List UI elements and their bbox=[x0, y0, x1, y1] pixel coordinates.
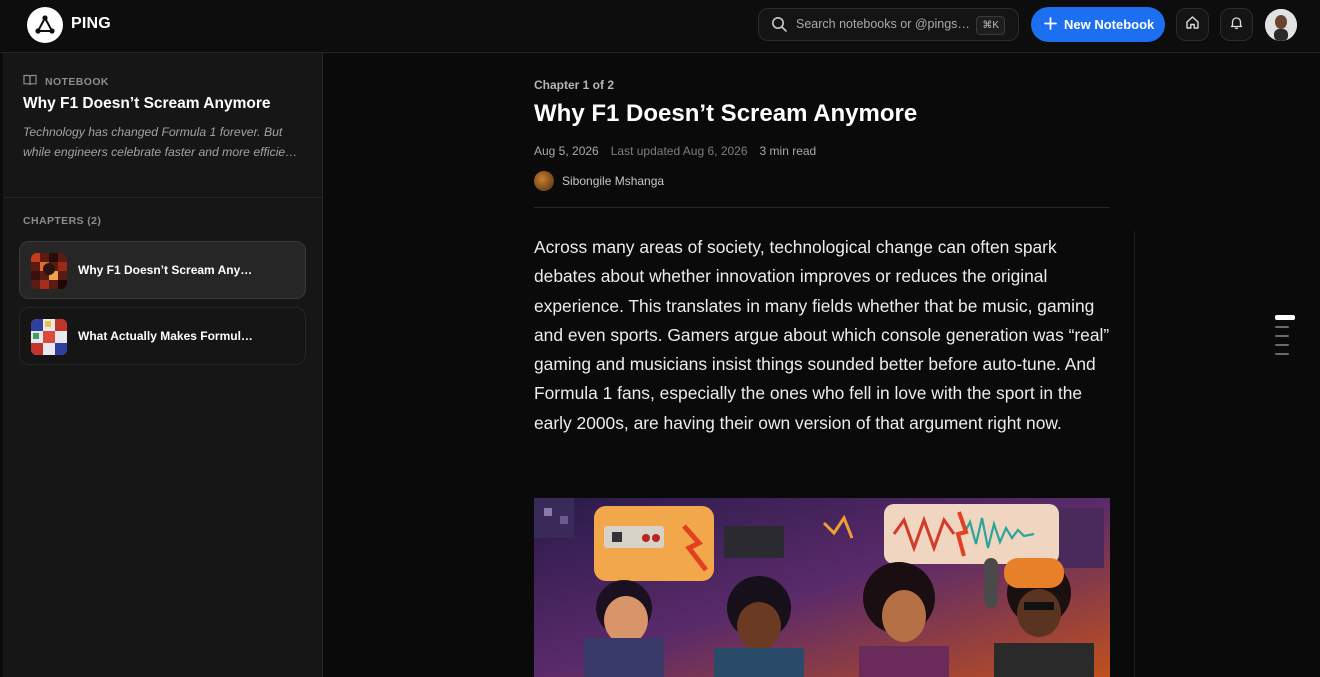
sidebar-divider bbox=[3, 197, 323, 198]
new-notebook-label: New Notebook bbox=[1064, 17, 1155, 32]
article-title: Why F1 Doesn’t Scream Anymore bbox=[534, 100, 918, 127]
notebook-sidebar: NOTEBOOK Why F1 Doesn’t Scream Anymore T… bbox=[3, 53, 323, 677]
top-bar: PING Search notebooks or @pings… ⌘K New … bbox=[0, 0, 1320, 53]
new-notebook-button[interactable]: New Notebook bbox=[1031, 7, 1165, 42]
section-marker[interactable] bbox=[1275, 353, 1289, 355]
last-updated: Last updated Aug 6, 2026 bbox=[610, 144, 748, 158]
home-button[interactable] bbox=[1176, 8, 1209, 41]
plus-icon bbox=[1044, 16, 1057, 33]
author-name[interactable]: Sibongile Mshanga bbox=[562, 174, 664, 188]
search-icon bbox=[771, 16, 788, 38]
ping-logo-icon[interactable] bbox=[27, 7, 63, 43]
chapter-thumbnail bbox=[31, 319, 67, 355]
home-icon bbox=[1185, 15, 1200, 35]
content-divider bbox=[1134, 231, 1135, 677]
section-marker[interactable] bbox=[1275, 335, 1289, 337]
read-time: 3 min read bbox=[759, 144, 817, 158]
author-avatar[interactable] bbox=[534, 171, 554, 191]
notebook-title: Why F1 Doesn’t Scream Anymore bbox=[23, 95, 271, 112]
section-navigator[interactable] bbox=[1275, 315, 1295, 362]
user-avatar[interactable] bbox=[1265, 9, 1297, 41]
chapter-thumbnail bbox=[31, 253, 67, 289]
chapter-item-1[interactable]: Why F1 Doesn’t Scream Any… bbox=[19, 241, 306, 299]
chapter-title: What Actually Makes Formul… bbox=[78, 329, 253, 343]
article-body: Across many areas of society, technologi… bbox=[534, 237, 1110, 433]
chapter-title: Why F1 Doesn’t Scream Any… bbox=[78, 263, 253, 277]
brand-name[interactable]: PING bbox=[71, 15, 111, 33]
notifications-button[interactable] bbox=[1220, 8, 1253, 41]
author-byline[interactable]: Sibongile Mshanga bbox=[534, 171, 664, 191]
chapter-item-2[interactable]: What Actually Makes Formul… bbox=[19, 307, 306, 365]
bell-icon bbox=[1229, 15, 1244, 35]
article-view: Chapter 1 of 2 Why F1 Doesn’t Scream Any… bbox=[324, 53, 1320, 677]
chapters-label: CHAPTERS (2) bbox=[23, 215, 102, 227]
chapter-indicator: Chapter 1 of 2 bbox=[534, 78, 615, 92]
article-divider bbox=[534, 207, 1110, 208]
article-illustration bbox=[534, 498, 1110, 677]
section-marker[interactable] bbox=[1275, 344, 1289, 346]
search-bar[interactable]: Search notebooks or @pings… ⌘K bbox=[758, 8, 1019, 41]
article-meta: Aug 5, 2026 Last updated Aug 6, 2026 3 m… bbox=[534, 144, 816, 158]
notebook-label: NOTEBOOK bbox=[45, 75, 109, 88]
search-shortcut-badge: ⌘K bbox=[976, 16, 1005, 35]
book-icon bbox=[23, 74, 37, 89]
notebook-description: Technology has changed Formula 1 forever… bbox=[23, 125, 298, 159]
section-marker[interactable] bbox=[1275, 326, 1289, 328]
section-marker-active[interactable] bbox=[1275, 315, 1295, 320]
publish-date: Aug 5, 2026 bbox=[534, 144, 599, 158]
search-input[interactable]: Search notebooks or @pings… bbox=[796, 17, 970, 31]
